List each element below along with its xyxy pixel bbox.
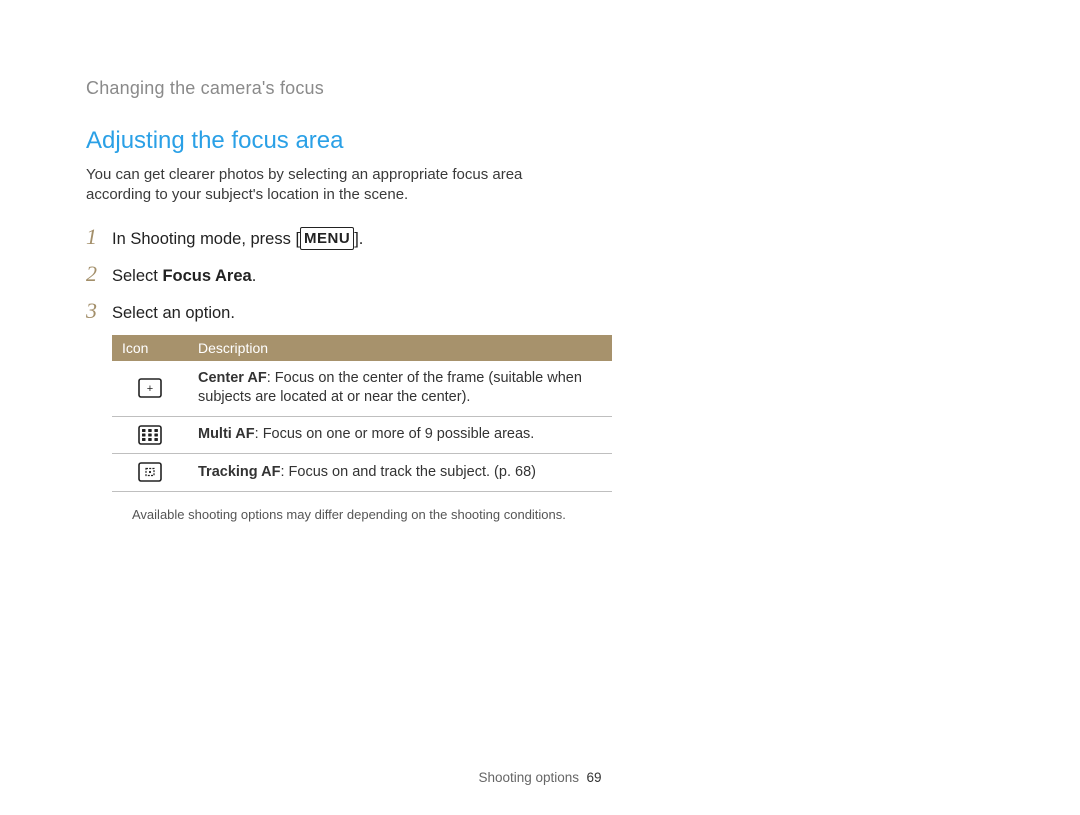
multi-af-icon [138,425,162,445]
focus-options-table: Icon Description + Center AF: Focus on t… [112,335,612,492]
icon-cell [112,416,188,453]
step-1: 1 In Shooting mode, press [MENU]. [86,224,626,251]
table-row: + Center AF: Focus on the center of the … [112,361,612,417]
step-text: Select Focus Area. [112,265,256,288]
icon-cell: + [112,361,188,417]
svg-text:+: + [147,383,153,395]
step-2-bold: Focus Area [162,267,251,285]
breadcrumb: Changing the camera's focus [86,78,994,99]
step-text: Select an option. [112,302,235,325]
footnote: Available shooting options may differ de… [132,506,592,524]
col-desc-header: Description [188,335,612,361]
step-1-pre: In Shooting mode, press [ [112,230,300,248]
step-1-post: ]. [354,230,363,248]
step-number: 2 [86,261,112,287]
desc-cell: Center AF: Focus on the center of the fr… [188,361,612,417]
option-name: Center AF [198,370,267,386]
intro-paragraph: You can get clearer photos by selecting … [86,165,586,206]
option-desc: : Focus on and track the subject. (p. 68… [280,464,536,480]
desc-cell: Multi AF: Focus on one or more of 9 poss… [188,416,612,453]
option-desc: : Focus on one or more of 9 possible are… [255,426,535,442]
menu-button-icon: MENU [300,227,354,250]
option-name: Tracking AF [198,464,280,480]
table-row: Tracking AF: Focus on and track the subj… [112,454,612,491]
col-icon-header: Icon [112,335,188,361]
icon-cell [112,454,188,491]
table-row: Multi AF: Focus on one or more of 9 poss… [112,416,612,453]
manual-page: Changing the camera's focus Adjusting th… [0,0,1080,815]
step-text: In Shooting mode, press [MENU]. [112,227,363,251]
section-title: Adjusting the focus area [86,127,994,155]
step-2-post: . [252,267,257,285]
center-af-icon: + [138,378,162,398]
footer-section: Shooting options [478,770,579,785]
page-number: 69 [587,770,602,785]
page-footer: Shooting options 69 [0,770,1080,785]
step-2: 2 Select Focus Area. [86,261,626,288]
tracking-af-icon [138,462,162,482]
step-number: 3 [86,298,112,324]
table-header-row: Icon Description [112,335,612,361]
step-3: 3 Select an option. [86,298,626,325]
desc-cell: Tracking AF: Focus on and track the subj… [188,454,612,491]
step-2-pre: Select [112,267,162,285]
step-number: 1 [86,224,112,250]
option-name: Multi AF [198,426,255,442]
steps-list: 1 In Shooting mode, press [MENU]. 2 Sele… [86,224,626,524]
